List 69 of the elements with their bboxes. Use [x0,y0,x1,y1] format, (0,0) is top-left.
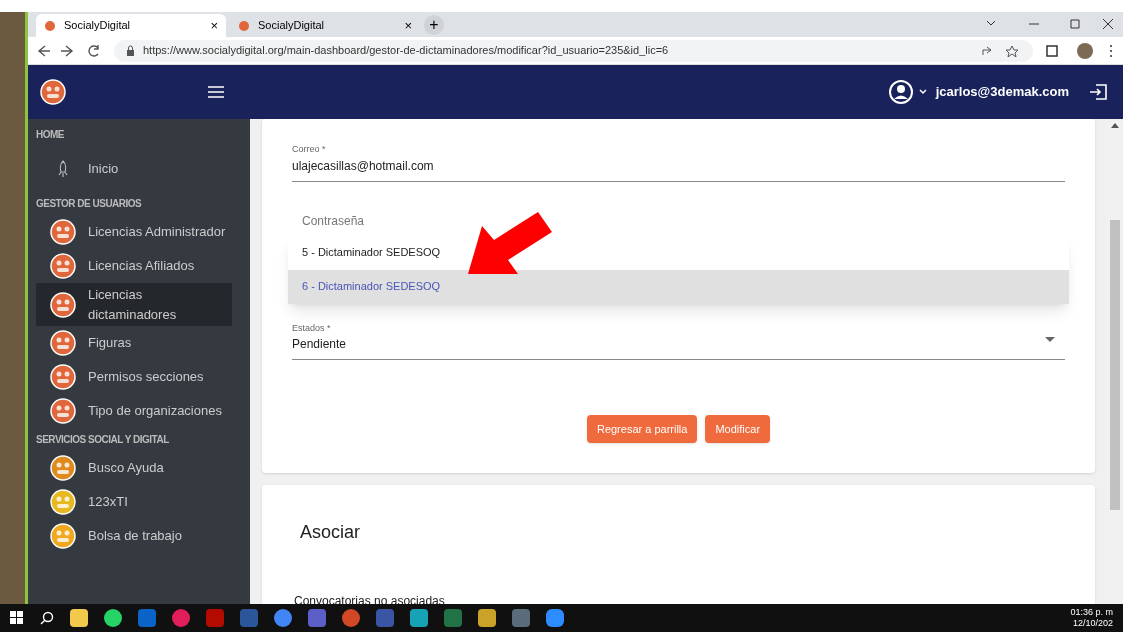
section-heading: HOME [35,128,65,142]
toolbar-icon[interactable] [1045,41,1115,60]
sidebar-item-label: Bolsa de trabajo [88,527,182,546]
share-star-icon[interactable] [981,44,1021,57]
logo-icon [50,455,76,481]
taskbar-app-icon[interactable] [70,609,88,627]
sidebar-item-label: Busco Ayuda [88,459,164,478]
new-tab-button[interactable]: + [424,15,444,35]
sidebar-item-label: Permisos secciones [88,368,204,387]
logo-icon [50,489,76,515]
sidebar-item[interactable]: Licencias dictaminadores [36,283,232,326]
taskbar-app-icon[interactable] [104,609,122,627]
logo-icon [50,330,76,356]
address-bar[interactable]: https://www.socialydigital.org/main-dashboard/gestor-de-dictaminadores/modificar?id_usuario=235&id_lic=6 [114,39,1033,62]
logo-icon [50,364,76,390]
logo-icon [50,398,76,424]
url-text: https://www.socialydigital.org/main-dashboard/gestor-de-dictaminadores/modificar?id_usuario=235&id_lic=6 [143,43,670,59]
email-field[interactable]: Correo * ulajecasillas@hotmail.com [292,143,1065,182]
logo-icon [50,523,76,549]
section-heading: GESTOR DE USUARIOS [35,197,143,211]
taskbar-app-icon[interactable] [172,609,190,627]
user-email: jcarlos@3demak.com [935,83,1069,102]
windows-start-icon[interactable] [10,611,24,625]
scrollbar-thumb[interactable] [1110,220,1120,510]
field-value: Pendiente [292,336,348,353]
site-icon [44,19,56,32]
field-label: Correo * [292,143,327,156]
navigation-icon[interactable] [36,43,102,58]
taskbar-app-icon[interactable] [410,609,428,627]
site-icon [238,19,250,32]
logo-icon [50,253,76,279]
logout-icon[interactable] [1089,84,1107,100]
search-icon[interactable] [40,611,54,625]
window-controls-icon[interactable] [985,17,1115,31]
browser-tab[interactable]: SocialyDigital × [36,14,226,37]
taskbar-app-icon[interactable] [274,609,292,627]
dropdown-caret-icon [1045,337,1055,343]
section-heading: SERVICIOS SOCIAL Y DIGITAL [35,433,170,447]
sidebar-item-label: Inicio [88,160,119,179]
lock-icon [126,45,135,56]
status-select[interactable]: Estados * Pendiente [292,321,1065,360]
field-label: Estados * [292,321,332,335]
logo-icon [50,291,76,318]
sidebar-item-label: Figuras [88,334,132,353]
tab-title: SocialyDigital [258,18,326,34]
sidebar-item-label: Tipo de organizaciones [88,402,222,421]
taskbar-app-icon[interactable] [546,609,564,627]
rocket-icon [56,160,70,178]
close-button[interactable]: × [404,15,412,36]
clock-time: 01:36 p. m [1070,606,1113,618]
password-label: Contraseña [302,212,366,230]
scroll-up-icon[interactable] [1111,123,1119,128]
tab-title: SocialyDigital [64,18,132,34]
close-button[interactable]: × [210,15,218,36]
user-avatar-icon[interactable] [887,79,928,105]
taskbar-app-icon[interactable] [342,609,360,627]
dropdown-option[interactable]: 5 - Dictaminador SEDESOQ [288,235,1069,270]
sidebar-item-label: Licencias dictaminadores [88,286,178,324]
sidebar-item-label: Licencias Administrador [88,223,226,242]
dropdown-option[interactable]: 6 - Dictaminador SEDESOQ [288,269,1069,304]
sidebar-item-label: Licencias Afiliados [88,257,195,276]
logo-icon [40,79,66,105]
taskbar-app-icon[interactable] [478,609,496,627]
logo-icon [50,219,76,245]
field-value: ulajecasillas@hotmail.com [292,157,435,175]
menu-icon[interactable] [208,86,224,98]
clock-date: 12/10/202 [1072,618,1113,630]
card-title: Asociar [300,521,362,544]
sidebar-item-label: 123xTI [88,493,128,512]
